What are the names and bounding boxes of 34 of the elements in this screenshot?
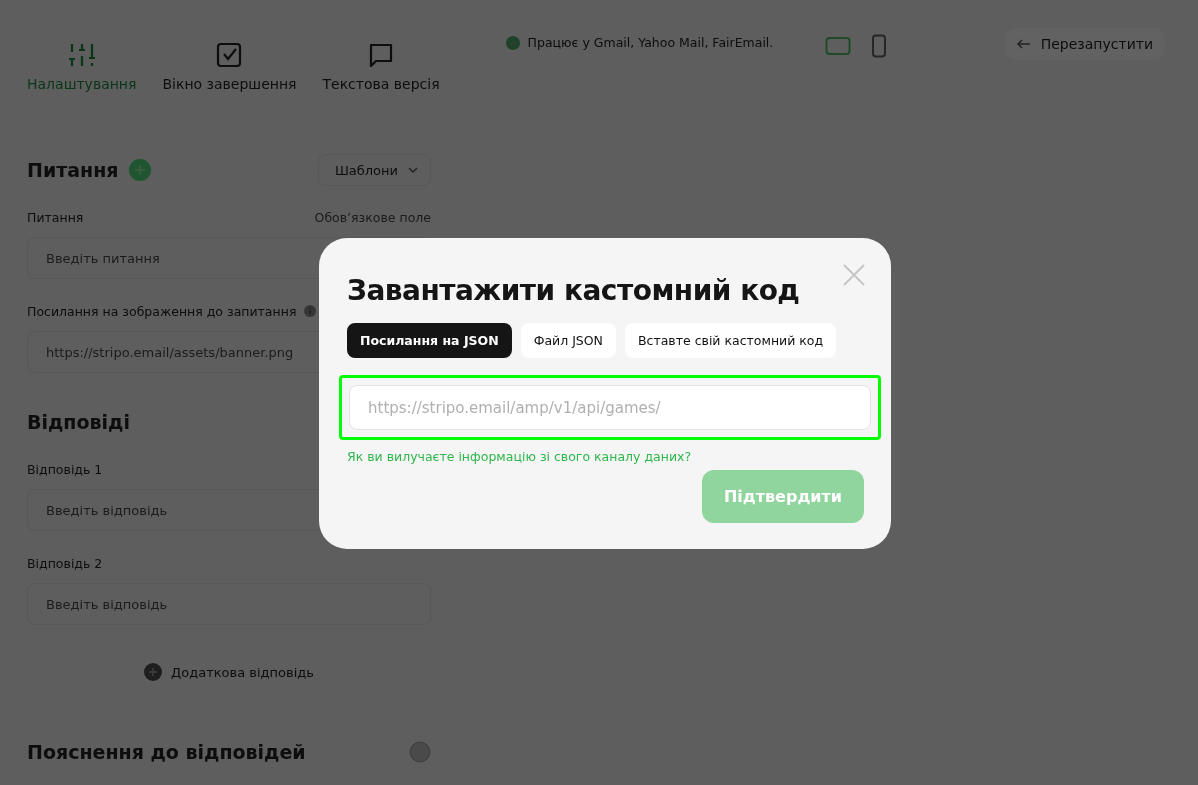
source-tab[interactable]: Вставте свій кастомний код [624, 323, 837, 358]
mobile-phone-icon[interactable] [871, 34, 888, 58]
plus-circle-icon [144, 663, 163, 681]
chevron-down-icon [408, 167, 418, 173]
left-arrow-icon [1016, 39, 1031, 49]
source-tab[interactable]: Посилання на JSON [347, 323, 512, 358]
check-circle-icon [505, 35, 520, 50]
section-title: Пояснення до відповідей [27, 741, 306, 763]
info-icon [304, 305, 317, 317]
compatibility-text: Працює у Gmail, Yahoo Mail, FairEmail. [527, 35, 774, 50]
add-answer-button[interactable]: Додаткова відповідь [144, 663, 314, 681]
section-title: Питання [27, 159, 119, 181]
toggle-switch[interactable] [409, 741, 431, 763]
checkbox-icon [216, 42, 243, 68]
desktop-icon[interactable] [825, 36, 852, 56]
plus-circle-icon [128, 159, 151, 181]
field-label: Питання [27, 209, 84, 225]
templates-dropdown[interactable]: Шаблони [317, 154, 431, 186]
nav-tab[interactable]: Налаштування [27, 42, 137, 92]
nav-tab[interactable]: Текстова версія [322, 42, 440, 92]
source-tab[interactable]: Файл JSON [520, 323, 616, 358]
required-hint: Обов’язкове поле [314, 209, 431, 225]
sliders-icon [67, 42, 96, 68]
field-label: Відповідь 1 [27, 461, 103, 477]
restart-button[interactable]: Перезапустити [1004, 28, 1165, 60]
nav-tab[interactable]: Вікно завершення [162, 42, 297, 92]
field-label: Посилання на зображення до запитання [27, 303, 297, 319]
close-icon[interactable] [843, 264, 865, 286]
text-input[interactable]: Введіть відповідь [27, 583, 431, 625]
field-label: Відповідь 2 [27, 555, 103, 571]
section-title: Відповіді [27, 411, 130, 433]
help-link[interactable]: Як ви вилучаєте інформацію зі свого каналу даних? [347, 449, 692, 464]
speech-bubble-icon [368, 42, 395, 68]
url-input[interactable]: https://stripo.email/amp/v1/api/games/ [349, 385, 871, 430]
